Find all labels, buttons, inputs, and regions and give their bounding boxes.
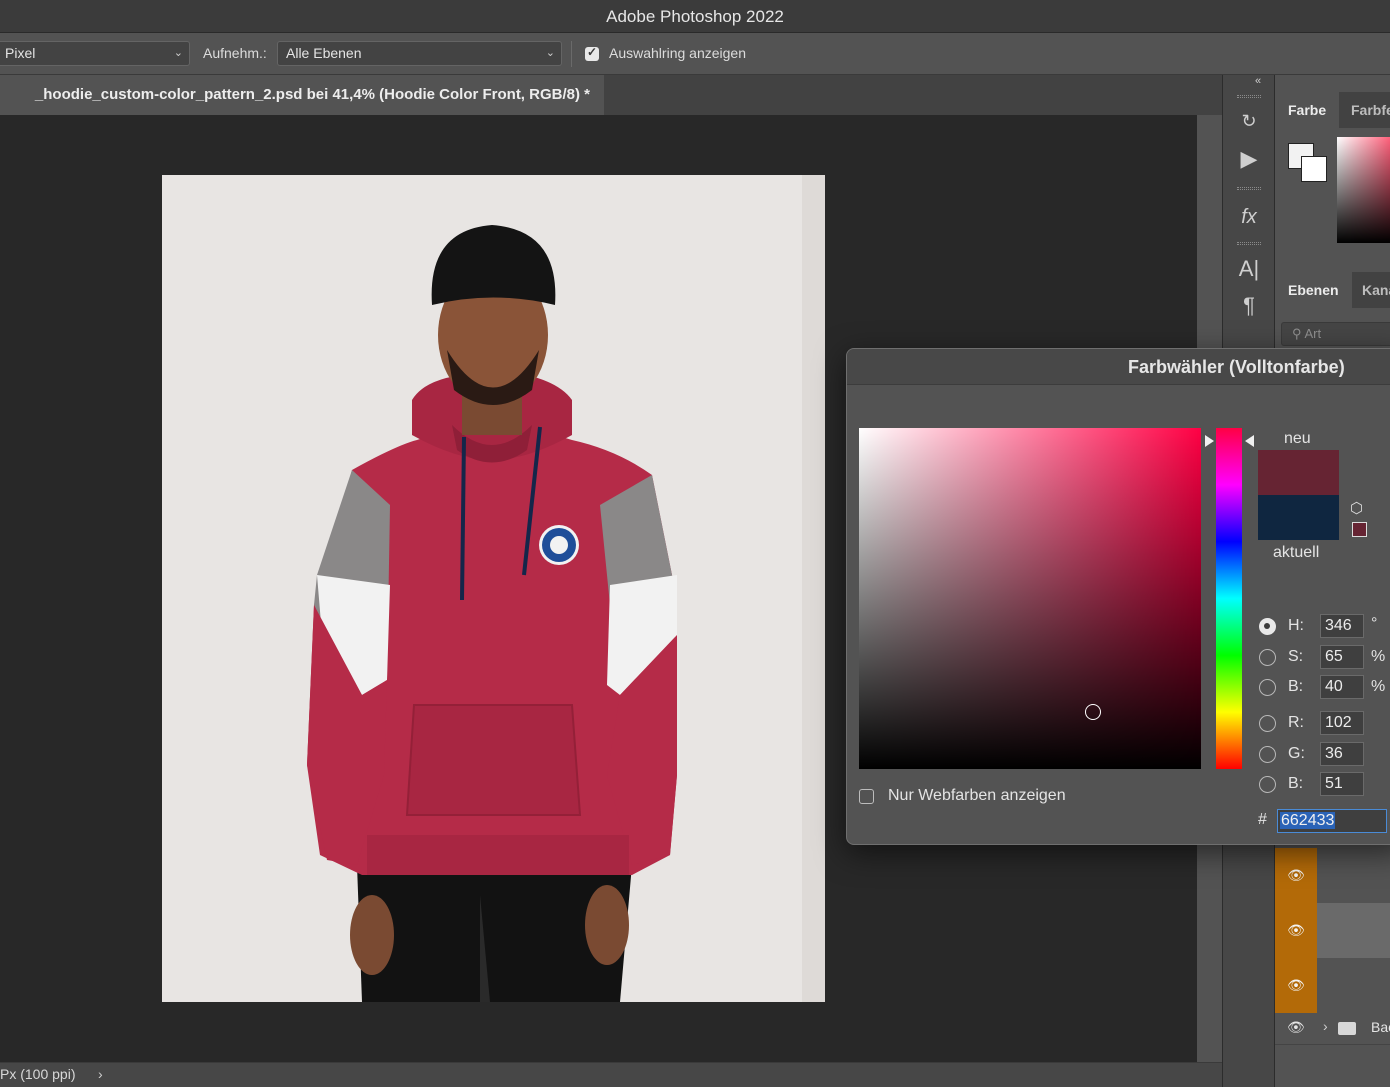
hex-value: 662433 — [1280, 812, 1336, 829]
history-icon[interactable]: ↻ — [1235, 107, 1263, 135]
brightness-radio[interactable] — [1259, 679, 1276, 696]
saturation-label: S: — [1288, 648, 1304, 665]
eye-icon[interactable]: 👁 — [1287, 1019, 1305, 1036]
layer-row[interactable]: 👁 — [1275, 848, 1390, 903]
hue-field[interactable]: 346 — [1320, 614, 1364, 638]
divider — [571, 41, 572, 67]
saturation-field[interactable]: 65 — [1320, 645, 1364, 669]
layer-filter-placeholder: Art — [1304, 326, 1322, 341]
saturation-unit: % — [1371, 648, 1386, 665]
color-picker-dialog: Farbwähler (Volltonfarbe) neu aktuell ⬡ … — [846, 348, 1390, 845]
styles-fx-icon[interactable]: fx — [1235, 203, 1263, 231]
web-safe-color-swatch[interactable] — [1352, 522, 1367, 537]
collapse-panels-icon[interactable]: « — [1255, 75, 1261, 87]
document-tab-bar: _hoodie_custom-color_pattern_2.psd bei 4… — [0, 75, 1222, 115]
actions-play-icon[interactable]: ▶ — [1235, 145, 1263, 173]
document-tab-title: _hoodie_custom-color_pattern_2.psd bei 4… — [34, 86, 590, 103]
tab-layers[interactable]: Ebenen — [1275, 272, 1352, 308]
sample-layers-select[interactable]: Alle Ebenen ⌄ — [277, 41, 562, 66]
show-ring-checkbox[interactable] — [585, 45, 599, 61]
brightness-field[interactable]: 40 — [1320, 675, 1364, 699]
brightness-unit: % — [1371, 678, 1386, 695]
eye-icon[interactable]: 👁 — [1275, 958, 1317, 1013]
layer-group-row[interactable]: 👁 › Bac — [1275, 1013, 1390, 1045]
app-title-bar: Adobe Photoshop 2022 — [0, 0, 1390, 33]
color-panel-tabs: Farbe Farbfe — [1275, 92, 1390, 128]
web-colors-label: Nur Webfarben anzeigen — [888, 787, 1066, 804]
layer-filter-input[interactable]: ⚲ Art — [1281, 322, 1390, 346]
saturation-radio[interactable] — [1259, 649, 1276, 666]
hue-slider-handle-right[interactable] — [1245, 435, 1254, 447]
current-color-label: aktuell — [1273, 544, 1320, 561]
layer-row[interactable]: 👁 — [1275, 903, 1390, 958]
dock-grip[interactable] — [1237, 187, 1261, 190]
red-label: R: — [1288, 714, 1304, 731]
web-colors-checkbox[interactable] — [859, 789, 874, 804]
hex-symbol: # — [1258, 811, 1267, 828]
layer-thumbnail — [1317, 958, 1390, 1013]
hue-slider-handle-left[interactable] — [1205, 435, 1214, 447]
search-icon: ⚲ — [1292, 326, 1302, 341]
green-field[interactable]: 36 — [1320, 742, 1364, 766]
character-icon[interactable]: A| — [1235, 255, 1263, 283]
dock-grip[interactable] — [1237, 95, 1261, 98]
brightness-label: B: — [1288, 678, 1304, 695]
hue-label: H: — [1288, 617, 1304, 634]
tab-channels[interactable]: Kanä — [1349, 272, 1390, 308]
dialog-title: Farbwähler (Volltonfarbe) — [847, 349, 1390, 385]
sample-layers-value: Alle Ebenen — [286, 45, 362, 61]
blue-radio[interactable] — [1259, 776, 1276, 793]
layers-panel-tabs: Ebenen Kanä — [1275, 272, 1390, 308]
layer-row[interactable]: 👁 — [1275, 958, 1390, 1013]
hue-unit: ° — [1371, 615, 1378, 632]
show-ring-label: Auswahlring anzeigen — [609, 45, 746, 61]
app-title: Adobe Photoshop 2022 — [606, 7, 784, 26]
hex-field[interactable]: 662433 — [1277, 809, 1387, 833]
status-bar: Px (100 ppi) › — [0, 1062, 1222, 1087]
folder-icon — [1338, 1022, 1356, 1035]
layer-group-name: Bac — [1371, 1019, 1390, 1035]
background-color-swatch[interactable] — [1301, 156, 1327, 182]
green-label: G: — [1288, 745, 1305, 762]
layer-thumbnail — [1317, 848, 1390, 903]
red-field[interactable]: 102 — [1320, 711, 1364, 735]
chevron-right-icon[interactable]: › — [98, 1063, 103, 1086]
saturation-brightness-field[interactable] — [859, 428, 1201, 769]
current-color-swatch[interactable] — [1258, 495, 1339, 540]
layer-thumbnail — [1317, 903, 1390, 958]
hue-slider[interactable] — [1216, 428, 1242, 769]
chevron-down-icon: ⌄ — [173, 47, 183, 59]
red-radio[interactable] — [1259, 715, 1276, 732]
new-color-swatch — [1258, 450, 1339, 495]
document-tab[interactable]: _hoodie_custom-color_pattern_2.psd bei 4… — [0, 75, 604, 115]
document-info: Px (100 ppi) — [0, 1066, 76, 1082]
eye-icon[interactable]: 👁 — [1275, 848, 1317, 903]
tab-color[interactable]: Farbe — [1275, 92, 1340, 128]
blue-field[interactable]: 51 — [1320, 772, 1364, 796]
color-marker[interactable] — [1085, 704, 1101, 720]
chevron-down-icon: ⌄ — [545, 47, 555, 59]
document-canvas[interactable] — [162, 175, 825, 1002]
hoodie-model-photo — [307, 175, 825, 1002]
color-field-preview[interactable] — [1337, 137, 1390, 243]
eye-icon[interactable]: 👁 — [1275, 903, 1317, 958]
new-color-label: neu — [1284, 430, 1311, 447]
options-bar: Pixel ⌄ Aufnehm.: Alle Ebenen ⌄ Auswahlr… — [0, 33, 1390, 75]
blue-label: B: — [1288, 775, 1304, 792]
hue-radio[interactable] — [1259, 618, 1276, 635]
chevron-right-icon[interactable]: › — [1323, 1018, 1328, 1034]
dock-grip[interactable] — [1237, 242, 1261, 245]
sample-label: Aufnehm.: — [203, 45, 267, 61]
sample-size-select[interactable]: Pixel ⌄ — [0, 41, 190, 66]
tab-swatches[interactable]: Farbfe — [1338, 92, 1390, 128]
green-radio[interactable] — [1259, 746, 1276, 763]
web-safe-cube-icon[interactable]: ⬡ — [1350, 499, 1363, 517]
sample-size-value: Pixel — [5, 45, 36, 61]
paragraph-icon[interactable]: ¶ — [1235, 292, 1263, 320]
